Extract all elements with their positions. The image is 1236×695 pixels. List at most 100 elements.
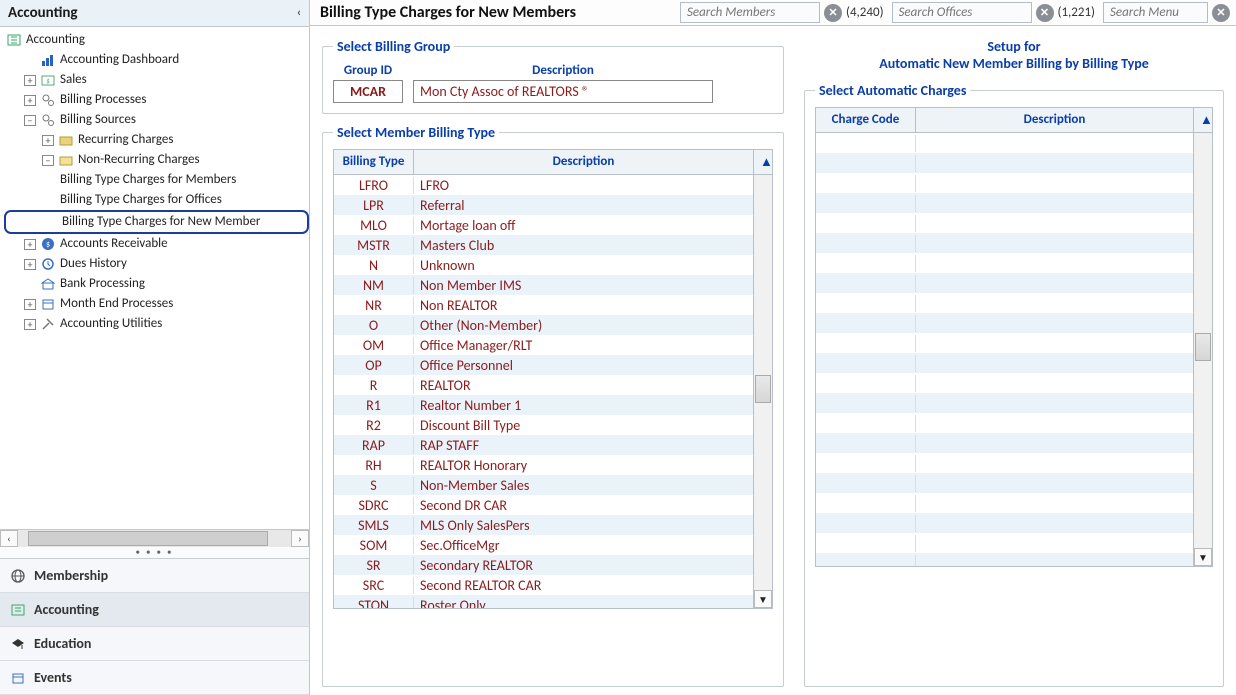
table-row[interactable] <box>816 513 1193 533</box>
expand-icon[interactable]: + <box>24 75 36 86</box>
module-membership[interactable]: Membership <box>0 559 309 593</box>
table-row[interactable]: STONRoster Only <box>334 595 753 608</box>
group-desc-label: Description <box>532 63 594 78</box>
table-row[interactable] <box>816 433 1193 453</box>
table-row[interactable] <box>816 233 1193 253</box>
tree-non-recurring-charges[interactable]: − Non-Recurring Charges <box>4 150 309 170</box>
table-row[interactable]: RHREALTOR Honorary <box>334 455 753 475</box>
table-row[interactable]: NRNon REALTOR <box>334 295 753 315</box>
table-row[interactable]: OPOffice Personnel <box>334 355 753 375</box>
tree-btc-offices[interactable]: Billing Type Charges for Offices <box>4 190 309 210</box>
table-row[interactable]: OOther (Non-Member) <box>334 315 753 335</box>
tree-accounting-utilities[interactable]: + Accounting Utilities <box>4 314 309 334</box>
history-icon <box>40 256 56 272</box>
scrollbar-thumb[interactable] <box>1195 333 1211 361</box>
tree-billing-sources[interactable]: − Billing Sources <box>4 110 309 130</box>
tree-sales[interactable]: + $ Sales <box>4 70 309 90</box>
collapse-sidebar-icon[interactable]: ‹ <box>297 6 301 20</box>
tree-recurring-charges[interactable]: + Recurring Charges <box>4 130 309 150</box>
module-education[interactable]: Education <box>0 627 309 661</box>
scrollbar-thumb[interactable] <box>28 531 268 546</box>
module-events[interactable]: Events <box>0 661 309 695</box>
table-row[interactable]: NUnknown <box>334 255 753 275</box>
table-row[interactable] <box>816 133 1193 153</box>
tree-dues-history[interactable]: + Dues History <box>4 254 309 274</box>
module-accounting[interactable]: Accounting <box>0 593 309 627</box>
table-row[interactable]: SOMSec.OfficeMgr <box>334 535 753 555</box>
table-row[interactable] <box>816 413 1193 433</box>
scroll-down-icon[interactable]: ▼ <box>1194 548 1212 566</box>
tree-accounts-receivable[interactable]: + $ Accounts Receivable <box>4 234 309 254</box>
clear-search-offices-icon[interactable]: ✕ <box>1036 4 1054 22</box>
table-row[interactable] <box>816 213 1193 233</box>
table-row[interactable]: SNon-Member Sales <box>334 475 753 495</box>
expand-icon[interactable]: + <box>24 239 36 250</box>
search-members-input[interactable] <box>680 2 820 23</box>
table-row[interactable] <box>816 333 1193 353</box>
search-offices-input[interactable] <box>892 2 1032 23</box>
table-row[interactable]: SRSecondary REALTOR <box>334 555 753 575</box>
table-row[interactable] <box>816 373 1193 393</box>
tree-root-accounting[interactable]: Accounting <box>4 30 309 50</box>
table-row[interactable] <box>816 493 1193 513</box>
clear-search-menu-icon[interactable]: ✕ <box>1212 4 1230 22</box>
table-row[interactable] <box>816 273 1193 293</box>
member-billing-type-legend: Select Member Billing Type <box>333 124 499 141</box>
col-billing-type[interactable]: Billing Type <box>334 150 414 174</box>
tree-accounting-dashboard[interactable]: Accounting Dashboard <box>4 50 309 70</box>
table-row[interactable] <box>816 193 1193 213</box>
tree-btc-members[interactable]: Billing Type Charges for Members <box>4 170 309 190</box>
table-row[interactable]: LFROLFRO <box>334 175 753 195</box>
tree-btc-new-member[interactable]: Billing Type Charges for New Member <box>4 210 309 234</box>
expand-icon[interactable]: + <box>24 259 36 270</box>
table-row[interactable]: LPRReferral <box>334 195 753 215</box>
table-row[interactable] <box>816 533 1193 553</box>
tree-horizontal-scrollbar[interactable]: ‹ › <box>0 529 309 547</box>
table-row[interactable]: R1Realtor Number 1 <box>334 395 753 415</box>
table-row[interactable] <box>816 453 1193 473</box>
table-row[interactable] <box>816 253 1193 273</box>
table-row[interactable]: R2Discount Bill Type <box>334 415 753 435</box>
table-row[interactable] <box>816 173 1193 193</box>
table-row[interactable]: MSTRMasters Club <box>334 235 753 255</box>
tree-bank-processing[interactable]: Bank Processing <box>4 274 309 294</box>
collapse-icon[interactable]: − <box>42 155 54 166</box>
table-row[interactable]: NMNon Member IMS <box>334 275 753 295</box>
expand-icon[interactable]: + <box>24 95 36 106</box>
col-charge-code[interactable]: Charge Code <box>816 108 916 132</box>
group-id-input[interactable] <box>333 80 403 103</box>
table-row[interactable] <box>816 153 1193 173</box>
table-row[interactable] <box>816 473 1193 493</box>
table-row[interactable] <box>816 313 1193 333</box>
vertical-scrollbar[interactable]: ▼ <box>1193 133 1212 566</box>
scrollbar-thumb[interactable] <box>755 375 771 403</box>
expand-icon[interactable]: + <box>24 319 36 330</box>
tree-month-end[interactable]: + Month End Processes <box>4 294 309 314</box>
resize-grip-icon[interactable]: • • • • <box>0 547 309 558</box>
tree-billing-processes[interactable]: + Billing Processes <box>4 90 309 110</box>
col-description[interactable]: Description <box>414 150 753 174</box>
table-row[interactable] <box>816 293 1193 313</box>
scroll-down-icon[interactable]: ▼ <box>754 590 772 608</box>
table-row[interactable] <box>816 553 1193 566</box>
expand-icon[interactable]: + <box>24 299 36 310</box>
cell-description: Second DR CAR <box>414 497 753 514</box>
table-row[interactable]: RREALTOR <box>334 375 753 395</box>
table-row[interactable]: SMLSMLS Only SalesPers <box>334 515 753 535</box>
table-row[interactable]: SRCSecond REALTOR CAR <box>334 575 753 595</box>
table-row[interactable]: SDRCSecond DR CAR <box>334 495 753 515</box>
search-menu-input[interactable] <box>1103 2 1208 23</box>
table-row[interactable]: OMOffice Manager/RLT <box>334 335 753 355</box>
clear-search-members-icon[interactable]: ✕ <box>824 4 842 22</box>
col-description[interactable]: Description <box>916 108 1193 132</box>
vertical-scrollbar[interactable]: ▼ <box>753 175 772 608</box>
table-row[interactable] <box>816 393 1193 413</box>
scroll-left-icon[interactable]: ‹ <box>0 530 18 547</box>
collapse-icon[interactable]: − <box>24 115 36 126</box>
scroll-right-icon[interactable]: › <box>291 530 309 547</box>
table-row[interactable] <box>816 353 1193 373</box>
expand-icon[interactable]: + <box>42 135 54 146</box>
table-row[interactable]: RAPRAP STAFF <box>334 435 753 455</box>
table-row[interactable]: MLOMortage loan off <box>334 215 753 235</box>
group-desc-input[interactable] <box>413 80 713 103</box>
